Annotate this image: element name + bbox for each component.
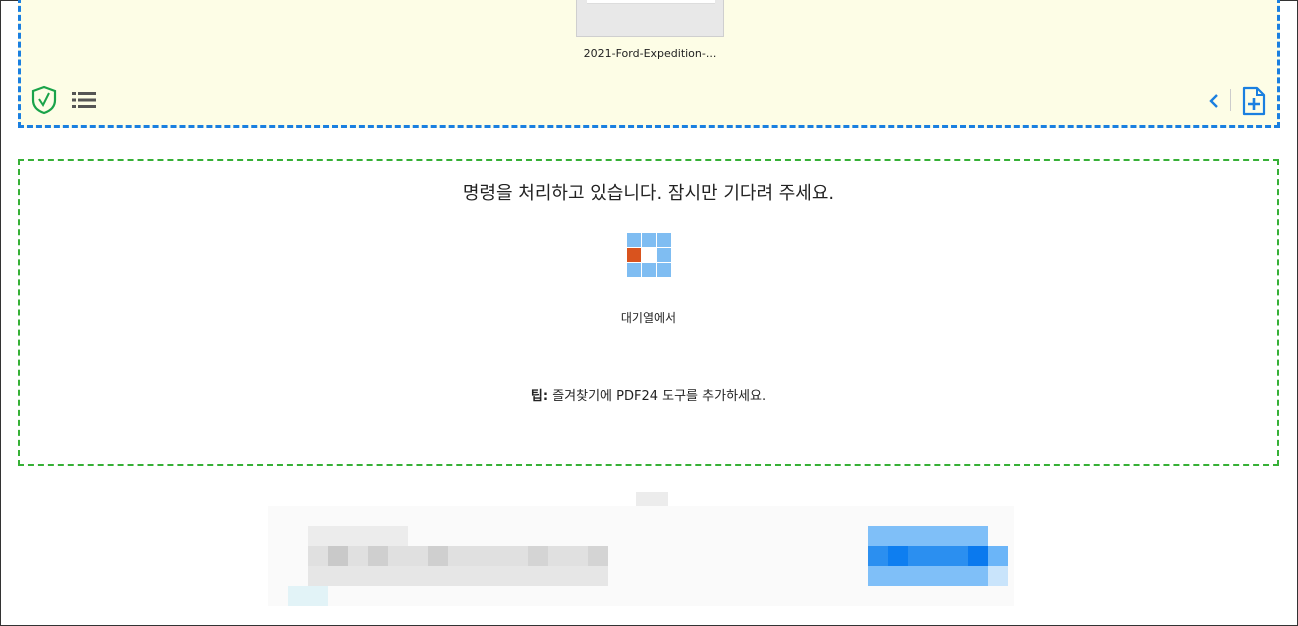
file-name: 2021-Ford-Expedition-... [583, 47, 717, 60]
loading-spinner-icon [627, 233, 671, 277]
list-icon[interactable] [72, 91, 96, 109]
toolbar-divider [1230, 89, 1231, 111]
tip-label: 팁: [530, 389, 549, 404]
processing-panel: 명령을 처리하고 있습니다. 잠시만 기다려 주세요. 대기열에서 팁: 즐겨찾… [18, 159, 1279, 466]
tip-message: 즐겨찾기에 PDF24 도구를 추가하세요. [552, 389, 767, 404]
tip-text: 팁: 즐겨찾기에 PDF24 도구를 추가하세요. [20, 385, 1277, 404]
file-thumbnail[interactable] [576, 0, 724, 37]
processing-message: 명령을 처리하고 있습니다. 잠시만 기다려 주세요. [462, 183, 835, 204]
chevron-left-icon[interactable] [1208, 93, 1220, 109]
blurred-advertisement [268, 490, 1014, 606]
add-file-icon[interactable] [1242, 86, 1266, 116]
file-upload-area[interactable]: 2021-Ford-Expedition-... [18, 0, 1280, 128]
queue-status: 대기열에서 [620, 311, 677, 325]
shield-check-icon[interactable] [31, 85, 57, 115]
file-thumbnail-page [587, 0, 715, 4]
